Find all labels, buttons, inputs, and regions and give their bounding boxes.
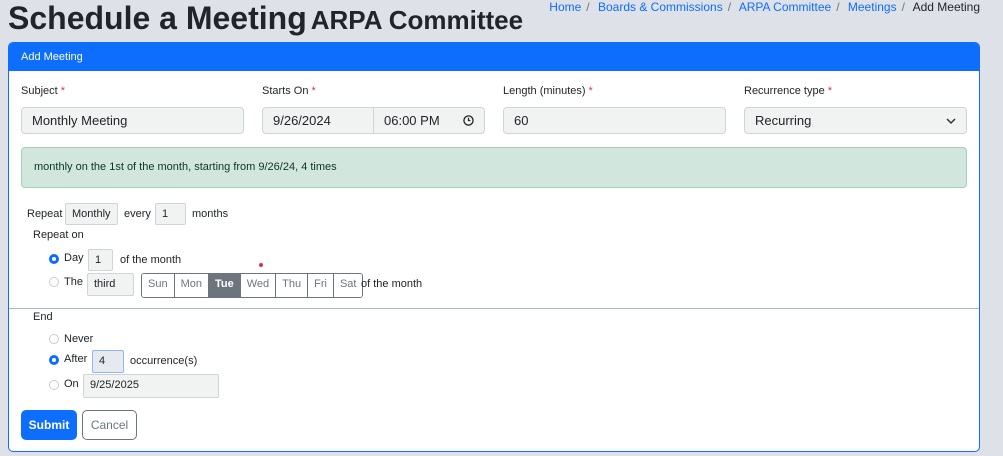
ordinal-select[interactable]: third bbox=[87, 273, 134, 296]
weekday-thu-button[interactable]: Thu bbox=[276, 274, 309, 297]
weekday-button-group: Sun Mon Tue Wed Thu Fri Sat bbox=[141, 273, 364, 298]
page-title: Schedule a Meeting ARPA Committee bbox=[8, 0, 523, 37]
start-date-input[interactable]: 9/26/2024 bbox=[262, 107, 374, 134]
add-meeting-card: Add Meeting Subject * Monthly Meeting Sta… bbox=[8, 42, 980, 452]
repeat-day-radio[interactable] bbox=[49, 254, 59, 264]
page-title-main: Schedule a Meeting bbox=[8, 0, 307, 36]
weekday-wed-button[interactable]: Wed bbox=[240, 274, 277, 297]
repeat-interval-input[interactable]: 1 bbox=[155, 203, 186, 225]
occurrences-suffix: occurrence(s) bbox=[130, 355, 198, 367]
the-label: The bbox=[64, 276, 83, 288]
recurrence-label: Recurrence type * bbox=[744, 85, 832, 97]
recurrence-select[interactable]: Recurring bbox=[744, 107, 967, 134]
section-divider bbox=[9, 308, 979, 309]
start-time-value: 06:00 PM bbox=[384, 113, 440, 128]
end-date-input[interactable]: 9/25/2025 bbox=[83, 374, 219, 398]
repeat-weekday-radio[interactable] bbox=[49, 277, 59, 287]
repeat-label: Repeat bbox=[27, 208, 63, 220]
subject-label: Subject * bbox=[21, 85, 65, 97]
weekday-suffix: of the month bbox=[361, 278, 423, 290]
subject-input[interactable]: Monthly Meeting bbox=[21, 107, 244, 134]
recurrence-value: Recurring bbox=[755, 113, 812, 128]
submit-button[interactable]: Submit bbox=[21, 410, 77, 440]
never-label: Never bbox=[64, 333, 94, 345]
weekday-sat-button[interactable]: Sat bbox=[333, 274, 363, 297]
breadcrumb-home[interactable]: Home bbox=[549, 0, 581, 14]
repeat-frequency-select[interactable]: Monthly bbox=[65, 203, 118, 225]
end-after-radio[interactable] bbox=[49, 355, 59, 365]
day-of-month-input[interactable]: 1 bbox=[88, 249, 113, 271]
page-subtitle: ARPA Committee bbox=[310, 5, 524, 35]
breadcrumb-current: Add Meeting bbox=[912, 0, 980, 14]
breadcrumb-committee[interactable]: ARPA Committee bbox=[739, 0, 831, 14]
length-label: Length (minutes) * bbox=[503, 85, 593, 97]
weekday-sun-button[interactable]: Sun bbox=[142, 274, 175, 297]
end-label: End bbox=[33, 311, 53, 323]
weekday-fri-button[interactable]: Fri bbox=[308, 274, 334, 297]
breadcrumb-boards[interactable]: Boards & Commissions bbox=[598, 0, 723, 14]
weekday-tue-button[interactable]: Tue bbox=[208, 274, 241, 297]
day-suffix: of the month bbox=[120, 254, 182, 266]
weekday-mon-button[interactable]: Mon bbox=[174, 274, 209, 297]
day-label: Day bbox=[64, 252, 84, 264]
recurrence-summary: monthly on the 1st of the month, startin… bbox=[21, 147, 967, 188]
start-time-input[interactable]: 06:00 PM bbox=[373, 107, 485, 134]
indicator-dot bbox=[259, 263, 263, 267]
card-header: Add Meeting bbox=[9, 43, 979, 71]
starts-on-label: Starts On * bbox=[262, 85, 316, 97]
breadcrumb-meetings[interactable]: Meetings bbox=[848, 0, 897, 14]
months-label: months bbox=[192, 208, 229, 220]
breadcrumb: Home / Boards & Commissions / ARPA Committ… bbox=[549, 0, 980, 14]
cancel-button[interactable]: Cancel bbox=[82, 410, 137, 440]
repeat-on-label: Repeat on bbox=[33, 229, 84, 241]
end-on-radio[interactable] bbox=[49, 380, 59, 390]
end-never-radio[interactable] bbox=[49, 334, 59, 344]
every-label: every bbox=[124, 208, 151, 220]
after-label: After bbox=[64, 353, 88, 365]
chevron-down-icon bbox=[946, 118, 956, 125]
on-label: On bbox=[64, 378, 79, 390]
length-input[interactable]: 60 bbox=[503, 107, 726, 134]
clock-icon[interactable] bbox=[463, 115, 474, 126]
occurrences-input[interactable]: 4 bbox=[92, 350, 124, 373]
